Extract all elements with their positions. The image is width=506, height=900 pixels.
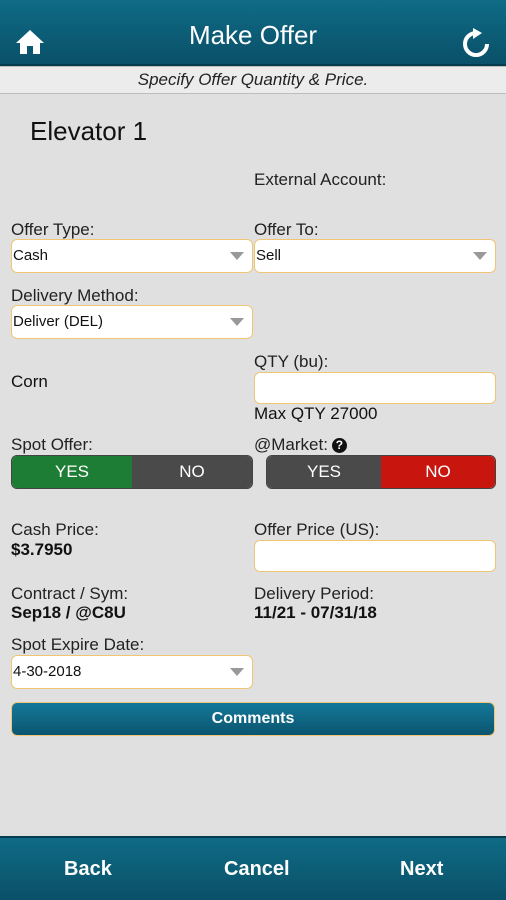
cash-price-value: $3.7950 (11, 540, 73, 559)
offer-to-select[interactable]: Sell (254, 239, 496, 273)
at-market-label: @Market:? (254, 435, 347, 455)
spot-offer-toggle[interactable]: YES NO (11, 455, 253, 489)
offer-to-label: Offer To: (254, 220, 319, 239)
max-qty-text: Max QTY 27000 (254, 404, 378, 423)
refresh-icon[interactable] (460, 28, 492, 58)
offer-type-label: Offer Type: (11, 220, 95, 239)
at-market-label-text: @Market: (254, 435, 328, 454)
cash-price-label: Cash Price: (11, 520, 99, 539)
back-button[interactable]: Back (64, 858, 112, 881)
page-subtitle: Specify Offer Quantity & Price. (0, 66, 506, 94)
spot-expire-value: 4-30-2018 (13, 663, 82, 680)
spot-offer-no-button[interactable]: NO (132, 456, 252, 488)
delivery-method-value: Deliver (DEL) (13, 313, 104, 330)
page-title: Make Offer (188, 20, 318, 50)
qty-label: QTY (bu): (254, 352, 329, 371)
chevron-down-icon (230, 252, 244, 260)
at-market-toggle[interactable]: YES NO (266, 455, 496, 489)
elevator-name: Elevator 1 (30, 116, 148, 146)
delivery-period-label: Delivery Period: (254, 584, 374, 603)
offer-type-value: Cash (13, 247, 49, 264)
contract-label: Contract / Sym: (11, 584, 129, 603)
cancel-button[interactable]: Cancel (224, 858, 290, 881)
offer-price-input[interactable] (254, 540, 496, 572)
offer-to-value: Sell (256, 247, 282, 264)
spot-offer-label: Spot Offer: (11, 435, 93, 454)
offer-type-select[interactable]: Cash (11, 239, 253, 273)
spot-offer-yes-button[interactable]: YES (12, 456, 132, 488)
external-account-label: External Account: (254, 170, 387, 189)
qty-input[interactable] (254, 372, 496, 404)
delivery-period-value: 11/21 - 07/31/18 (254, 603, 377, 622)
spot-expire-label: Spot Expire Date: (11, 635, 145, 654)
next-button[interactable]: Next (400, 858, 443, 881)
app-header: Make Offer (0, 0, 506, 66)
delivery-method-select[interactable]: Deliver (DEL) (11, 305, 253, 339)
comments-button[interactable]: Comments (11, 702, 495, 736)
contract-value: Sep18 / @C8U (11, 603, 126, 622)
commodity-name: Corn (11, 372, 48, 391)
spot-expire-select[interactable]: 4-30-2018 (11, 655, 253, 689)
chevron-down-icon (230, 318, 244, 326)
delivery-method-label: Delivery Method: (11, 286, 139, 305)
at-market-no-button[interactable]: NO (381, 456, 495, 488)
help-icon[interactable]: ? (331, 438, 347, 453)
footer-bar: Back Cancel Next (0, 836, 506, 900)
offer-price-label: Offer Price (US): (254, 520, 380, 539)
chevron-down-icon (230, 668, 244, 676)
chevron-down-icon (473, 252, 487, 260)
at-market-yes-button[interactable]: YES (267, 456, 381, 488)
